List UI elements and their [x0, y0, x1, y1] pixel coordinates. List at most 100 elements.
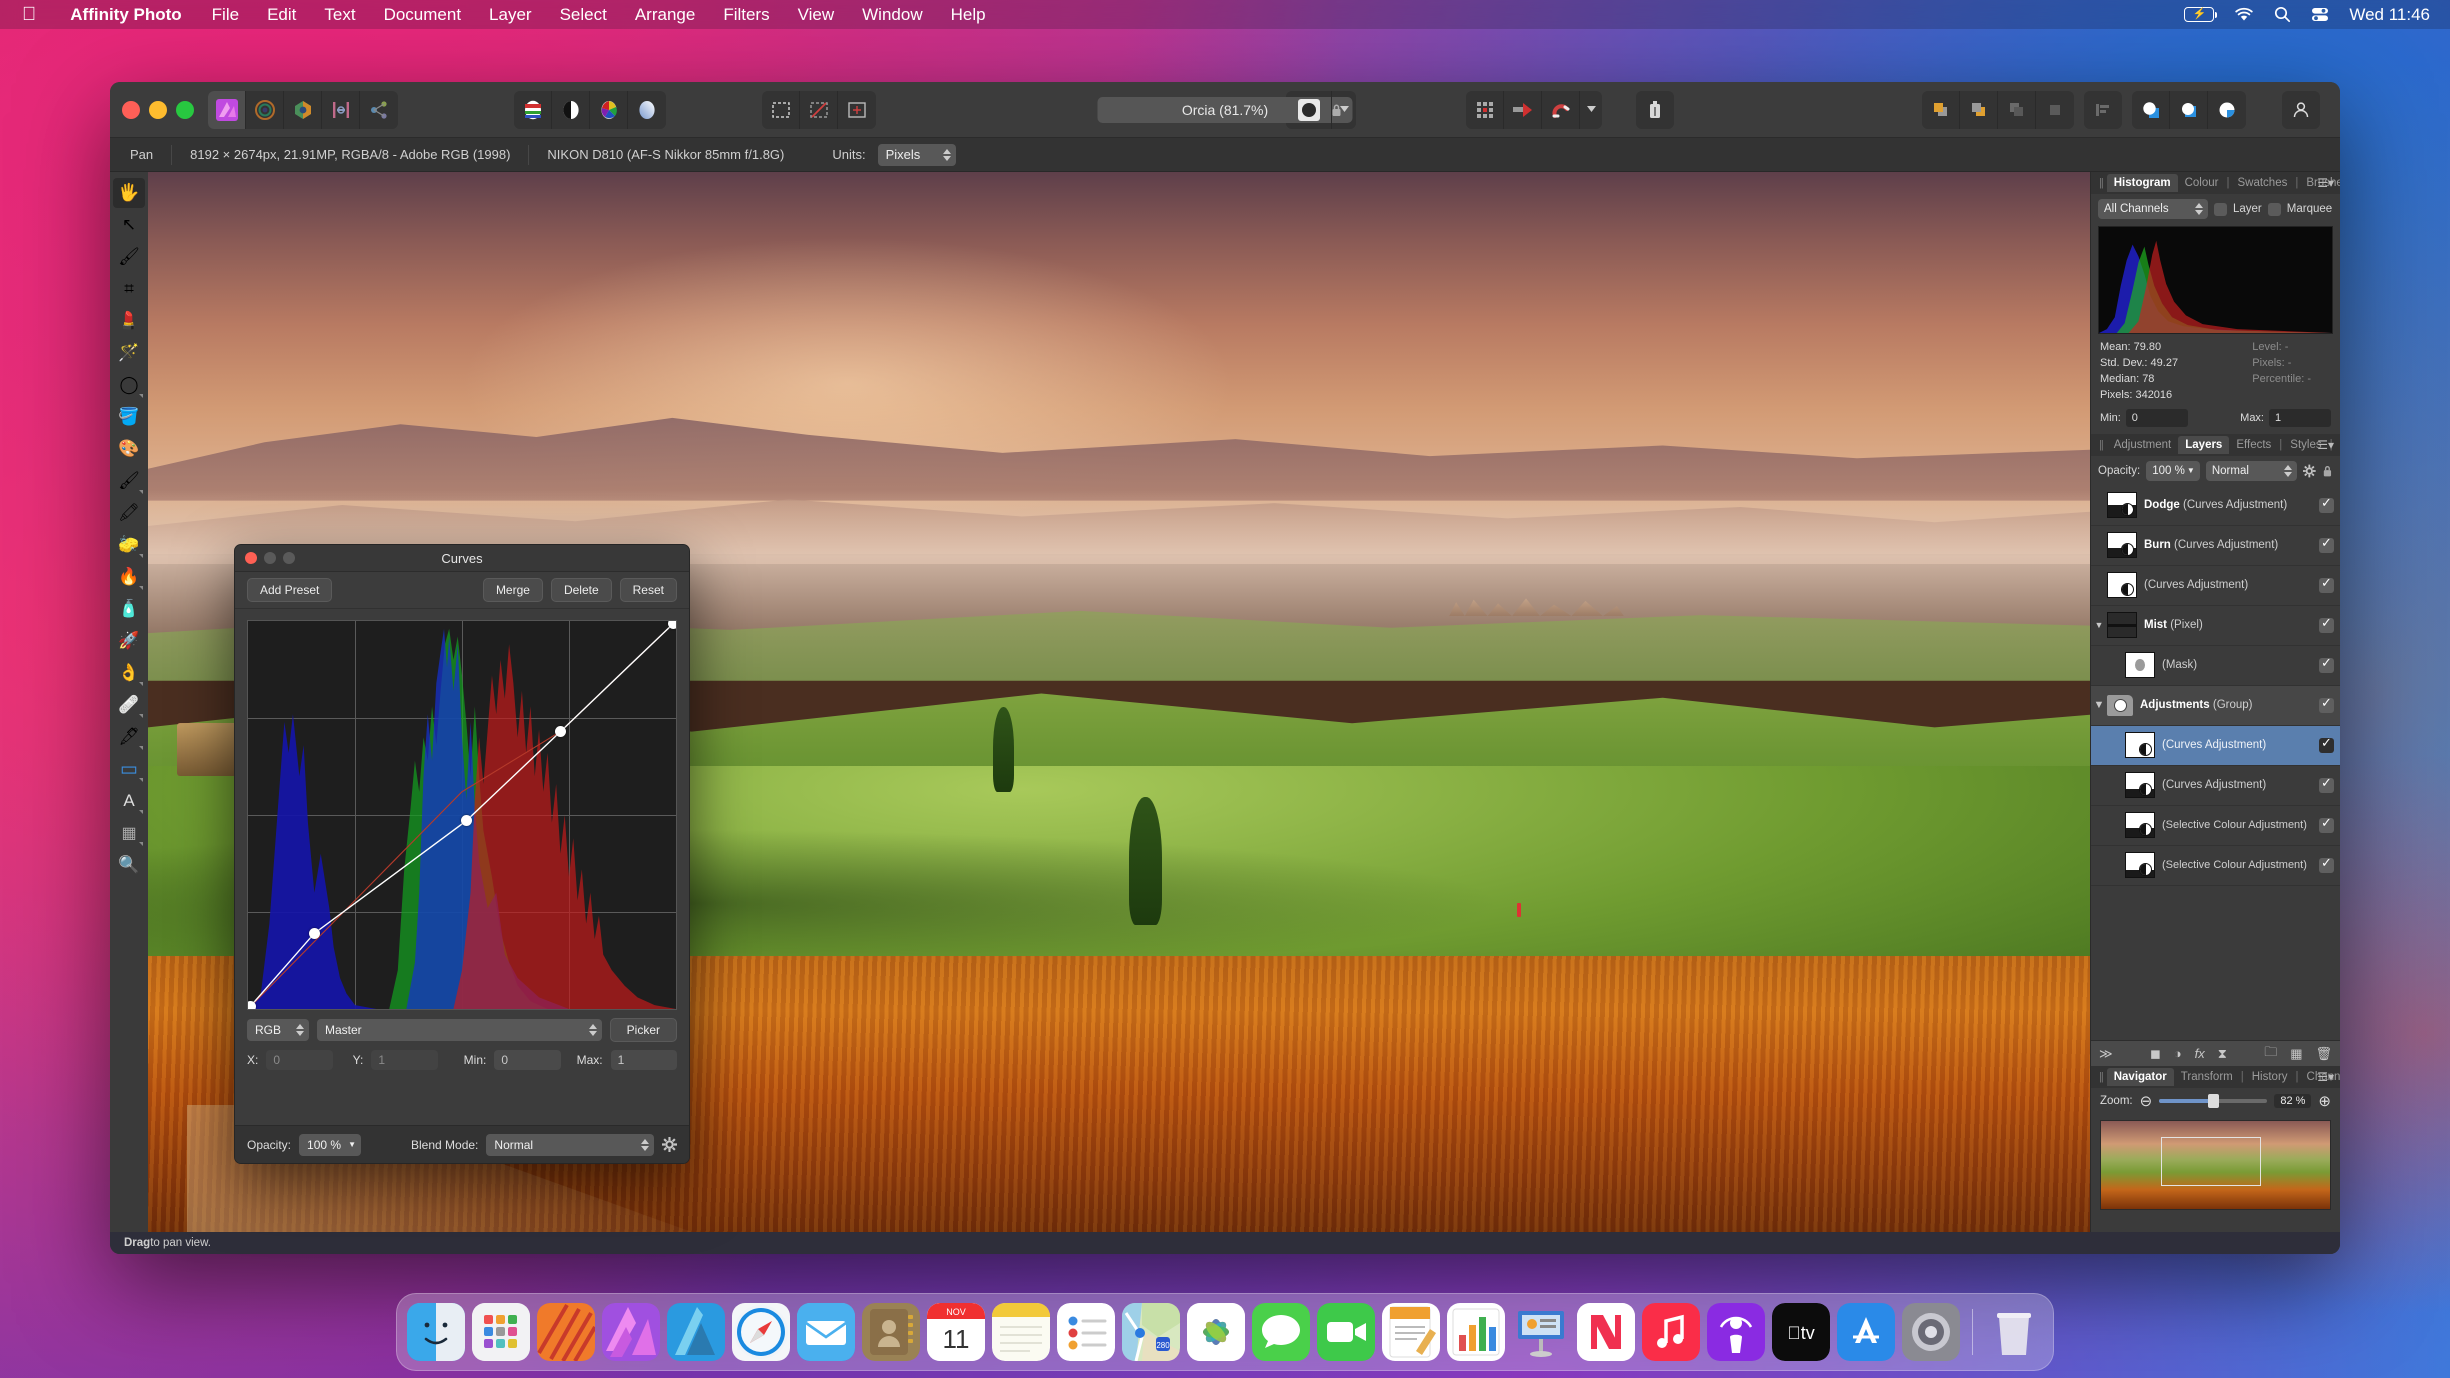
dock-item-affinity-photo[interactable]: [602, 1303, 660, 1361]
y-input[interactable]: 1: [371, 1050, 438, 1070]
layer-visibility-checkbox[interactable]: [2319, 615, 2334, 633]
stepper-icon[interactable]: [588, 1024, 597, 1036]
dock-item-calendar[interactable]: NOV 11: [927, 1303, 985, 1361]
curve-node[interactable]: [308, 927, 320, 939]
adjustment-icon[interactable]: ◑: [2174, 1046, 2182, 1061]
lock-icon[interactable]: [2322, 464, 2333, 478]
zoom-out-icon[interactable]: ⊖: [2140, 1092, 2153, 1110]
tab-effects[interactable]: Effects: [2229, 436, 2278, 454]
black-white-icon[interactable]: [552, 90, 590, 129]
layer-twisty-icon[interactable]: ▼: [2091, 620, 2107, 630]
layer-visibility-checkbox[interactable]: [2319, 855, 2334, 873]
account-icon[interactable]: [2282, 91, 2320, 129]
menu-arrange[interactable]: Arrange: [621, 5, 709, 25]
curves-title-bar[interactable]: Curves: [235, 545, 689, 572]
dock-item-app-store[interactable]: [1837, 1303, 1895, 1361]
tab-layers[interactable]: Layers: [2178, 435, 2230, 454]
histogram-min-input[interactable]: 0: [2125, 408, 2188, 427]
table-row[interactable]: (Curves Adjustment): [2091, 566, 2340, 606]
tool-submenu-triangle-icon[interactable]: [139, 842, 143, 846]
x-input[interactable]: 0: [266, 1050, 333, 1070]
layer-visibility-checkbox[interactable]: [2319, 535, 2334, 553]
align-front-icon[interactable]: [1922, 90, 1960, 129]
new-pixel-layer-icon[interactable]: ▦: [2290, 1046, 2302, 1062]
photo-persona-icon[interactable]: [208, 90, 246, 129]
move-icon[interactable]: [1504, 90, 1542, 129]
table-row[interactable]: (Selective Colour Adjustment): [2091, 846, 2340, 886]
table-row[interactable]: (Selective Colour Adjustment): [2091, 806, 2340, 846]
levels-icon[interactable]: [514, 90, 552, 129]
erase-brush-tool[interactable]: 🧽: [113, 530, 145, 560]
tool-submenu-triangle-icon[interactable]: [139, 394, 143, 398]
dock-item-safari[interactable]: [732, 1303, 790, 1361]
marquee-icon[interactable]: [762, 90, 800, 129]
deselect-icon[interactable]: [800, 90, 838, 129]
picker-button[interactable]: Picker: [609, 1018, 677, 1042]
pen-tool[interactable]: 🖋: [113, 722, 145, 752]
tone-mapping-persona-icon[interactable]: [322, 90, 360, 129]
tool-submenu-triangle-icon[interactable]: [139, 554, 143, 558]
reset-button[interactable]: Reset: [619, 578, 677, 602]
tab-history[interactable]: History: [2245, 1068, 2295, 1086]
zoom-slider[interactable]: [2159, 1094, 2268, 1108]
marquee-checkbox[interactable]: [2267, 202, 2281, 216]
channel-select[interactable]: All Channels: [2098, 199, 2208, 219]
panel-grip-icon[interactable]: ||: [2095, 1071, 2107, 1083]
table-row[interactable]: (Mask): [2091, 646, 2340, 686]
chevron-down-icon[interactable]: ▼: [2187, 466, 2195, 475]
menu-app-name[interactable]: Affinity Photo: [54, 5, 197, 25]
dock-item-affinity-publisher[interactable]: [667, 1303, 725, 1361]
layer-checkbox[interactable]: [2214, 202, 2227, 216]
maximize-button[interactable]: [176, 100, 194, 119]
dock-item-numbers[interactable]: [1447, 1303, 1505, 1361]
delete-layer-icon[interactable]: 🗑: [2316, 1046, 2333, 1062]
dock-item-podcasts[interactable]: [1707, 1303, 1765, 1361]
retouch-tool[interactable]: 💄: [113, 306, 145, 336]
curve-node[interactable]: [667, 621, 676, 629]
navigator-thumbnail[interactable]: [2100, 1120, 2331, 1210]
layer-visibility-checkbox[interactable]: [2319, 655, 2334, 673]
dock-item-launchpad[interactable]: [472, 1303, 530, 1361]
flood-fill-tool[interactable]: 🪣: [113, 402, 145, 432]
tool-submenu-triangle-icon[interactable]: [139, 586, 143, 590]
dock-item-apple-tv[interactable]: tv: [1772, 1303, 1830, 1361]
dock-item-pages[interactable]: [1382, 1303, 1440, 1361]
snapping-dropdown-icon[interactable]: [1580, 91, 1602, 129]
undo-brush-tool[interactable]: 🚀: [113, 626, 145, 656]
panel-menu-icon[interactable]: ☰▾: [2317, 1070, 2334, 1084]
menu-filters[interactable]: Filters: [709, 5, 783, 25]
gear-icon[interactable]: [662, 1137, 677, 1152]
curve-node[interactable]: [554, 726, 566, 738]
histogram-max-input[interactable]: 1: [2269, 408, 2331, 427]
stepper-icon[interactable]: [641, 1138, 649, 1151]
dock-item-mail[interactable]: [797, 1303, 855, 1361]
zoom-tool[interactable]: 🔍: [113, 850, 145, 880]
brush-preview-icon[interactable]: [1286, 90, 1332, 129]
panel-grip-icon[interactable]: ||: [2095, 177, 2107, 189]
colour-picker-tool[interactable]: 🖌: [113, 242, 145, 272]
grid-icon[interactable]: [1466, 90, 1504, 129]
dock-item-finder[interactable]: [407, 1303, 465, 1361]
layer-visibility-checkbox[interactable]: [2319, 775, 2334, 793]
group-twisty-icon[interactable]: ▼: [2091, 699, 2107, 711]
paint-mixer-tool[interactable]: 🎨: [113, 434, 145, 464]
dock-item-photos[interactable]: [1187, 1303, 1245, 1361]
tab-stock[interactable]: Stock: [2334, 436, 2340, 454]
minimize-button[interactable]: [149, 100, 167, 119]
control-center-icon[interactable]: [2311, 7, 2329, 22]
table-row[interactable]: (Curves Adjustment): [2091, 725, 2340, 766]
layers-list[interactable]: Dodge (Curves Adjustment) Burn (Curves A…: [2091, 485, 2340, 1040]
dock-item-notes[interactable]: [992, 1303, 1050, 1361]
move-tool[interactable]: ↖: [113, 210, 145, 240]
elliptical-marquee-tool[interactable]: ◯: [113, 370, 145, 400]
new-group-icon[interactable]: 🗀: [2264, 1043, 2277, 1065]
fx-icon[interactable]: fx: [2195, 1046, 2205, 1061]
dock-item-news[interactable]: [1577, 1303, 1635, 1361]
tool-submenu-triangle-icon[interactable]: [139, 746, 143, 750]
dock-item-music[interactable]: [1642, 1303, 1700, 1361]
colour-space-select[interactable]: RGB: [247, 1019, 309, 1041]
table-row[interactable]: ▼ Adjustments (Group): [2091, 685, 2340, 726]
histogram-graph[interactable]: [2098, 226, 2333, 334]
stepper-icon[interactable]: [2284, 464, 2293, 477]
crop-tool[interactable]: ⌗: [113, 274, 145, 304]
